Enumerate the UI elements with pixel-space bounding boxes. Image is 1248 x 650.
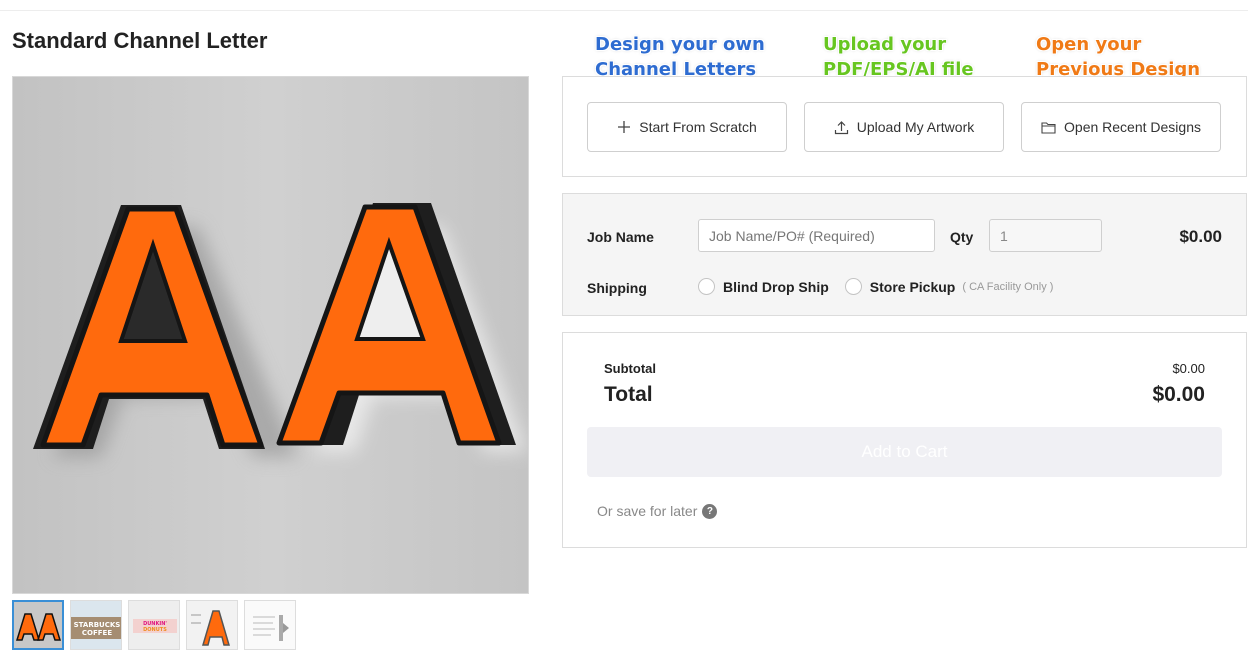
top-divider bbox=[0, 10, 1248, 11]
store-pickup-label[interactable]: Store Pickup bbox=[870, 279, 956, 295]
total-label: Total bbox=[604, 383, 653, 406]
qty-label: Qty bbox=[950, 229, 974, 245]
store-pickup-radio[interactable] bbox=[844, 278, 862, 295]
thumbnail-starbucks[interactable]: STARBUCKS COFFEE bbox=[70, 600, 122, 650]
shipping-label: Shipping bbox=[587, 280, 647, 296]
start-from-scratch-button[interactable]: Start From Scratch bbox=[587, 102, 787, 152]
annotation-open-previous: Open your Previous Design bbox=[1036, 32, 1200, 82]
design-actions-panel: Start From Scratch Upload My Artwork Ope… bbox=[562, 76, 1247, 177]
channel-letters-illustration bbox=[13, 77, 528, 593]
annotation-upload-line1: Upload your bbox=[823, 34, 947, 55]
folder-icon bbox=[1041, 121, 1056, 134]
upload-artwork-label: Upload My Artwork bbox=[856, 119, 975, 135]
help-icon[interactable]: ? bbox=[702, 503, 718, 519]
subtotal-label: Subtotal bbox=[604, 361, 656, 376]
page-title: Standard Channel Letter bbox=[12, 28, 268, 53]
shipping-options: Blind Drop Ship Store Pickup ( CA Facili… bbox=[698, 278, 1053, 295]
blind-drop-ship-label[interactable]: Blind Drop Ship bbox=[723, 279, 829, 295]
save-for-later-link[interactable]: Or save for later ? bbox=[597, 503, 718, 519]
thumbnail-spec-sheet[interactable] bbox=[244, 600, 296, 650]
add-to-cart-button[interactable]: Add to Cart bbox=[587, 427, 1222, 477]
job-details-panel: Job Name Qty $0.00 Shipping Blind Drop S… bbox=[562, 193, 1247, 316]
svg-text:DONUTS: DONUTS bbox=[143, 627, 167, 633]
svg-text:STARBUCKS: STARBUCKS bbox=[74, 621, 121, 629]
annotation-design-own: Design your own Channel Letters bbox=[595, 32, 765, 82]
start-from-scratch-label: Start From Scratch bbox=[639, 119, 757, 135]
job-name-input[interactable] bbox=[698, 219, 935, 252]
store-pickup-note: ( CA Facility Only ) bbox=[962, 280, 1054, 293]
svg-text:COFFEE: COFFEE bbox=[82, 629, 112, 637]
job-price: $0.00 bbox=[1179, 227, 1222, 246]
annotation-open-line1: Open your bbox=[1036, 34, 1142, 55]
open-recent-designs-button[interactable]: Open Recent Designs bbox=[1021, 102, 1221, 152]
plus-icon bbox=[617, 120, 631, 134]
blind-drop-ship-radio[interactable] bbox=[698, 278, 715, 295]
thumbnail-strip: STARBUCKS COFFEE DUNKIN' DONUTS bbox=[12, 600, 296, 650]
annotation-design-line1: Design your own bbox=[595, 34, 765, 55]
thumbnail-aa-letters[interactable] bbox=[12, 600, 64, 650]
total-value: $0.00 bbox=[1152, 383, 1205, 406]
open-recent-designs-label: Open Recent Designs bbox=[1064, 119, 1201, 135]
order-summary-panel: Subtotal $0.00 Total $0.00 Add to Cart O… bbox=[562, 332, 1247, 548]
upload-icon bbox=[834, 120, 849, 135]
thumbnail-dunkin[interactable]: DUNKIN' DONUTS bbox=[128, 600, 180, 650]
annotation-upload: Upload your PDF/EPS/AI file bbox=[823, 32, 974, 82]
subtotal-value: $0.00 bbox=[1172, 361, 1205, 376]
upload-artwork-button[interactable]: Upload My Artwork bbox=[804, 102, 1004, 152]
main-product-image[interactable] bbox=[12, 76, 529, 594]
save-for-later-label: Or save for later bbox=[597, 503, 698, 519]
qty-input[interactable] bbox=[989, 219, 1102, 252]
job-name-label: Job Name bbox=[587, 229, 654, 245]
thumbnail-letter-a[interactable] bbox=[186, 600, 238, 650]
